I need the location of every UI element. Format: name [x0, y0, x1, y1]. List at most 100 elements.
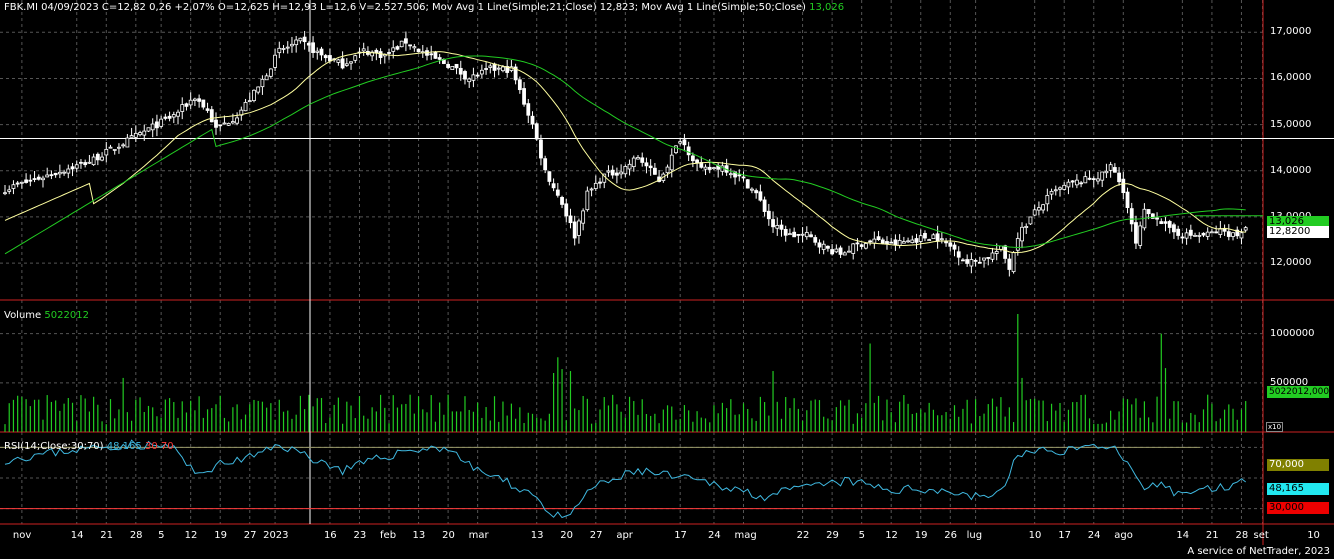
candle-body	[901, 241, 906, 244]
candle-body	[893, 239, 898, 246]
candle-body	[1231, 232, 1235, 237]
candle-body	[682, 139, 687, 146]
candle-body	[1091, 178, 1096, 181]
candle-body	[834, 248, 839, 253]
candle-body	[7, 189, 12, 192]
candle-body	[1188, 229, 1193, 236]
candle-body	[623, 166, 628, 175]
volume-scale-tag[interactable]: x10	[1266, 422, 1284, 432]
candle-body	[1214, 231, 1219, 234]
time-tick-label: 24	[707, 530, 721, 541]
candle-body	[252, 89, 256, 101]
time-tick-label: mag	[734, 530, 757, 541]
candle-body	[1243, 227, 1248, 231]
candle-body	[53, 172, 58, 176]
time-tick-label: 22	[796, 530, 810, 541]
candle-body	[1087, 177, 1092, 180]
candle-body	[918, 235, 923, 242]
candle-body	[28, 179, 33, 182]
candle-body	[24, 179, 29, 183]
time-tick-label: 10	[1028, 530, 1042, 541]
candle-body	[1210, 231, 1214, 234]
volume-tag: 5022012,000	[1267, 386, 1330, 398]
candle-body	[1020, 226, 1024, 242]
price-tick-label: 15,0000	[1270, 118, 1312, 130]
candle-body	[285, 46, 290, 49]
candle-body	[492, 63, 497, 71]
time-tick-label: 2023	[263, 530, 289, 541]
candle-body	[1108, 164, 1113, 171]
candle-body	[712, 167, 716, 170]
candle-body	[403, 38, 408, 44]
candle-body	[45, 174, 50, 178]
candle-body	[125, 137, 130, 148]
candle-body	[1032, 209, 1037, 216]
candle-body	[1079, 182, 1083, 185]
candle-body	[454, 63, 459, 69]
candle-body	[1197, 235, 1202, 237]
candle-body	[530, 115, 535, 125]
candle-body	[171, 114, 176, 118]
candle-body	[923, 233, 927, 239]
candle-body	[1053, 189, 1058, 192]
time-tick-label: ago	[1114, 530, 1133, 541]
candle-body	[961, 259, 965, 262]
candle-body	[163, 116, 168, 119]
candle-body	[631, 157, 636, 168]
candle-body	[49, 174, 54, 177]
time-tick-label: 23	[353, 530, 367, 541]
candle-body	[302, 36, 307, 43]
candle-body	[184, 103, 189, 107]
candle-body	[560, 196, 564, 205]
candle-body	[1226, 231, 1231, 237]
candle-body	[230, 121, 235, 124]
candle-body	[817, 242, 822, 248]
candle-body	[463, 71, 467, 80]
candle-body	[349, 61, 353, 64]
chart-header: FBK.MI 04/09/2023 C=12,82 0,26 +2,07% O=…	[4, 2, 844, 14]
candle-body	[1007, 258, 1012, 270]
candle-body	[674, 145, 678, 154]
candle-body	[142, 130, 147, 136]
candle-body	[79, 161, 83, 164]
candle-body	[973, 259, 978, 262]
candle-body	[581, 210, 586, 224]
candle-body	[1134, 222, 1138, 244]
candle-body	[830, 249, 835, 255]
candle-body	[117, 146, 121, 149]
candle-body	[408, 44, 413, 47]
candle-body	[1112, 167, 1117, 173]
candle-body	[737, 174, 742, 177]
candle-body	[1066, 181, 1071, 188]
candle-body	[1129, 208, 1134, 225]
time-tick-label: 13	[530, 530, 544, 541]
candle-body	[336, 59, 341, 63]
candle-body	[931, 234, 936, 239]
price-tick-label: 17,0000	[1270, 26, 1312, 38]
candle-body	[868, 240, 872, 243]
candle-body	[3, 192, 7, 195]
volume-header: Volume 5022012	[4, 310, 89, 322]
candle-body	[328, 55, 332, 62]
rsi-label: RSI(14;Close;30;70)	[4, 441, 104, 452]
candle-body	[180, 104, 185, 112]
candle-body	[247, 100, 252, 103]
candle-body	[1184, 232, 1189, 239]
time-tick-label: apr	[616, 530, 633, 541]
candle-body	[758, 191, 763, 201]
candle-body	[112, 149, 117, 151]
candle-body	[11, 184, 16, 189]
candle-body	[36, 176, 41, 180]
candle-body	[235, 117, 240, 124]
time-tick-label: mar	[468, 530, 489, 541]
candle-body	[914, 238, 919, 243]
candle-body	[1121, 178, 1126, 193]
candle-body	[155, 121, 159, 129]
candle-body	[766, 210, 771, 220]
candle-body	[703, 166, 708, 170]
candle-body	[838, 247, 843, 255]
candle-body	[121, 144, 126, 147]
candle-body	[32, 178, 37, 180]
candle-body	[197, 98, 202, 102]
time-tick-label: feb	[380, 530, 397, 541]
